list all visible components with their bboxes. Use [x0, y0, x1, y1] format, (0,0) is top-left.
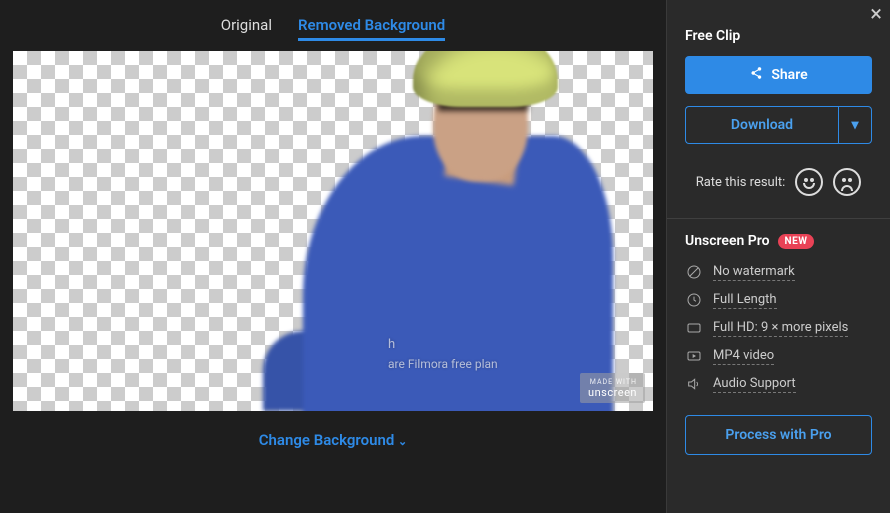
new-badge: NEW [778, 234, 815, 249]
download-button[interactable]: Download [685, 106, 838, 144]
feature-full-length: Full Length [685, 291, 872, 309]
process-with-pro-button[interactable]: Process with Pro [685, 415, 872, 455]
tab-original[interactable]: Original [221, 16, 272, 41]
pro-feature-list: No watermark Full Length Full HD: 9 × mo… [685, 263, 872, 393]
change-background-button[interactable]: Change Background ⌄ [10, 431, 656, 449]
close-icon[interactable]: × [870, 4, 882, 26]
preview-tabs: Original Removed Background [10, 10, 656, 51]
side-panel: × Free Clip Share Download ▾ Rate this r… [666, 0, 890, 513]
download-options-button[interactable]: ▾ [838, 106, 872, 144]
speaker-icon [685, 375, 703, 393]
main-panel: Original Removed Background h are Filmor… [0, 0, 666, 513]
free-clip-heading: Free Clip [685, 28, 872, 44]
rate-label: Rate this result: [696, 175, 786, 190]
chevron-down-icon: ⌄ [398, 435, 407, 448]
overlay-text-1: h [388, 337, 395, 352]
rate-positive-button[interactable] [795, 168, 823, 196]
pro-heading: Unscreen Pro NEW [685, 233, 872, 249]
share-icon [749, 66, 763, 84]
unscreen-watermark: MADE WITH unscreen [580, 373, 645, 403]
download-group: Download ▾ [685, 106, 872, 144]
caret-down-icon: ▾ [851, 117, 858, 133]
tab-removed-background[interactable]: Removed Background [298, 16, 445, 41]
hd-icon [685, 319, 703, 337]
divider [667, 218, 890, 219]
feature-no-watermark: No watermark [685, 263, 872, 281]
no-watermark-icon [685, 263, 703, 281]
share-button[interactable]: Share [685, 56, 872, 94]
preview-canvas: h are Filmora free plan MADE WITH unscre… [13, 51, 653, 411]
feature-full-hd: Full HD: 9 × more pixels [685, 319, 872, 337]
play-icon [685, 347, 703, 365]
overlay-text-2: are Filmora free plan [388, 357, 498, 371]
rate-result: Rate this result: [685, 168, 872, 196]
feature-mp4: MP4 video [685, 347, 872, 365]
clock-icon [685, 291, 703, 309]
feature-audio: Audio Support [685, 375, 872, 393]
rate-negative-button[interactable] [833, 168, 861, 196]
